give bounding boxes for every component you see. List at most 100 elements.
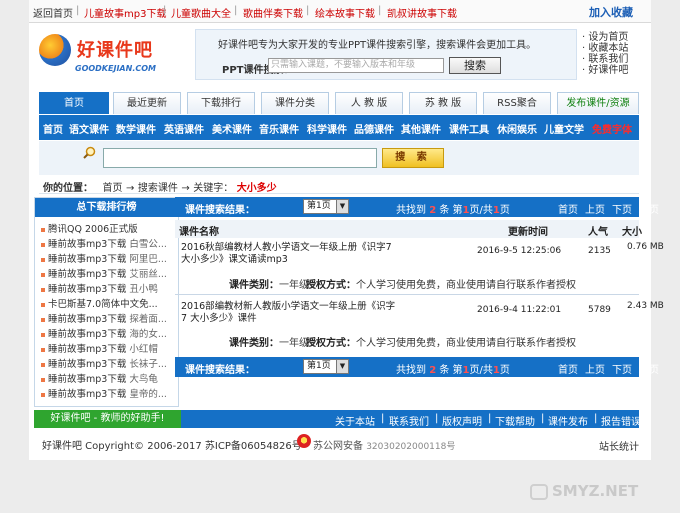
col-time: 更新时间 xyxy=(508,227,548,238)
footer-link-about[interactable]: 关于本站 xyxy=(335,413,375,428)
quick-link-site[interactable]: · 好课件吧 xyxy=(582,65,646,76)
nav-tools[interactable]: 课件工具 xyxy=(449,121,489,136)
page-select[interactable]: 第1页 ▼ xyxy=(303,359,349,374)
quick-link-bookmark[interactable]: · 收藏本站 xyxy=(582,43,646,54)
ranking-item[interactable]: 睡前故事mp3下载 大鸟龟 xyxy=(41,372,178,387)
nav-other[interactable]: 其他课件 xyxy=(401,121,441,136)
ranking-item[interactable]: 睡前故事mp3下载 艾丽丝... xyxy=(41,267,178,282)
separator: | xyxy=(306,5,310,16)
tab-rss[interactable]: RSS聚合 xyxy=(483,92,551,114)
main-search-bar: 搜 索 xyxy=(39,141,639,175)
pager-first[interactable]: 首页 xyxy=(558,361,578,376)
logo-globe-icon xyxy=(39,34,71,66)
ranking-item[interactable]: 睡前故事mp3下载 丑小鸭 xyxy=(41,282,178,297)
results-title: 课件搜索结果： xyxy=(185,365,255,376)
top-link-picture-books[interactable]: 绘本故事下载 xyxy=(315,5,375,20)
magnifier-icon xyxy=(83,146,96,159)
bullet-icon xyxy=(41,377,45,382)
top-link-home[interactable]: 返回首页 xyxy=(33,5,73,20)
results-header-bar: 课件搜索结果： 第1页 ▼ 共找到 2 条 第1页/共1页 首页 上页 下页 尾页 xyxy=(175,197,659,217)
separator: | xyxy=(381,413,385,424)
ranking-item[interactable]: 腾讯QQ 2006正式版 xyxy=(41,222,178,237)
tab-pep-edition[interactable]: 人 教 版 xyxy=(335,92,403,114)
pager-next[interactable]: 下页 xyxy=(612,201,632,216)
footer-link-copyright[interactable]: 版权声明 xyxy=(442,413,482,428)
ranking-item[interactable]: 睡前故事mp3下载 探着面... xyxy=(41,312,178,327)
nav-art[interactable]: 美术课件 xyxy=(212,121,252,136)
footer-slogan: 好课件吧 - 教师的好助手! xyxy=(34,410,181,428)
ppt-search-button[interactable]: 搜索 xyxy=(449,57,501,74)
quick-link-contact[interactable]: · 联系我们 xyxy=(582,54,646,65)
tab-downloads[interactable]: 下载排行 xyxy=(187,92,255,114)
col-name: 课件名称 xyxy=(179,227,219,238)
ranking-item[interactable]: 睡前故事mp3下载 阿里巴... xyxy=(41,252,178,267)
top-link-kaishu-stories[interactable]: 凯叔讲故事下载 xyxy=(387,5,457,20)
site-stats-link[interactable]: 站长统计 xyxy=(599,438,639,453)
header-search-panel: 好课件吧专为大家开发的专业PPT课件搜索引擎，搜索课件会更加工具。 PPT课件搜… xyxy=(195,29,577,80)
pager-first[interactable]: 首页 xyxy=(558,201,578,216)
nav-music[interactable]: 音乐课件 xyxy=(259,121,299,136)
result-title-link[interactable]: 2016部编教材新人教版小学语文一年级上册《识字7 大小多少》课件 xyxy=(181,301,401,325)
add-favorite-link[interactable]: 加入收藏 xyxy=(589,4,633,20)
quick-links: · 设为首页 · 收藏本站 · 联系我们 · 好课件吧 xyxy=(582,32,646,76)
top-link-bar: 返回首页 | 儿童故事mp3下载 | 儿童歌曲大全 | 歌曲伴奏下载 | 绘本故… xyxy=(29,0,651,23)
nav-home[interactable]: 首页 xyxy=(43,121,63,136)
results-stats: 共找到 2 条 第1页/共1页 xyxy=(396,365,510,376)
result-title-link[interactable]: 2016秋部编教材人教小学语文一年级上册《识字7 大小多少》课文诵读mp3 xyxy=(181,242,401,266)
result-popularity: 5789 xyxy=(588,305,611,315)
nav-english[interactable]: 英语课件 xyxy=(164,121,204,136)
ppt-search-input[interactable]: 只需输入课题，不要输入版本和年级 xyxy=(268,58,444,73)
footer-link-publish[interactable]: 课件发布 xyxy=(548,413,588,428)
nav-math[interactable]: 数学课件 xyxy=(116,121,156,136)
nav-science[interactable]: 科学课件 xyxy=(307,121,347,136)
result-row: 2016秋部编教材人教小学语文一年级上册《识字7 大小多少》课文诵读mp3 20… xyxy=(175,242,664,300)
main-search-input[interactable] xyxy=(103,148,377,168)
pager-prev[interactable]: 上页 xyxy=(585,201,605,216)
ranking-list: 腾讯QQ 2006正式版 睡前故事mp3下载 白雪公... 睡前故事mp3下载 … xyxy=(35,217,178,402)
nav-leisure[interactable]: 休闲娱乐 xyxy=(497,121,537,136)
pager-prev[interactable]: 上页 xyxy=(585,361,605,376)
dropdown-arrow-icon: ▼ xyxy=(336,200,348,213)
sidebar-title: 总下载排行榜 xyxy=(35,198,178,217)
separator: | xyxy=(488,413,492,424)
ranking-item[interactable]: 睡前故事mp3下载 白雪公... xyxy=(41,237,178,252)
result-category: 课件类别：一年级 xyxy=(229,280,309,291)
tab-publish[interactable]: 发布课件/资源 xyxy=(557,92,639,114)
ranking-item[interactable]: 睡前故事mp3下载 海的女... xyxy=(41,327,178,342)
page-select[interactable]: 第1页 ▼ xyxy=(303,199,349,214)
pager-last[interactable]: 尾页 xyxy=(639,361,659,376)
tab-categories[interactable]: 课件分类 xyxy=(261,92,329,114)
nav-morality[interactable]: 品德课件 xyxy=(354,121,394,136)
footer-link-contact[interactable]: 联系我们 xyxy=(389,413,429,428)
site-description: 好课件吧专为大家开发的专业PPT课件搜索引擎，搜索课件会更加工具。 xyxy=(218,40,537,51)
results-stats: 共找到 2 条 第1页/共1页 xyxy=(396,205,510,216)
tab-home[interactable]: 首页 xyxy=(39,92,109,114)
quick-link-set-home[interactable]: · 设为首页 xyxy=(582,32,646,43)
result-time: 2016-9-5 12:25:06 xyxy=(477,246,562,256)
result-license: 授权方式：个人学习使用免费，商业使用请自行联系作者授权 xyxy=(306,338,576,349)
tab-latest[interactable]: 最近更新 xyxy=(113,92,181,114)
separator: | xyxy=(435,413,439,424)
bullet-icon xyxy=(41,272,45,277)
police-record[interactable]: 苏公网安备 32030202000118号 xyxy=(313,437,455,452)
main-search-button[interactable]: 搜 索 xyxy=(382,148,444,168)
top-link-children-stories[interactable]: 儿童故事mp3下载 xyxy=(84,5,166,20)
site-logo[interactable]: 好课件吧 GOODKEJIAN.COM xyxy=(37,32,187,80)
top-link-accompaniment[interactable]: 歌曲伴奏下载 xyxy=(243,5,303,20)
tab-jiangsu-edition[interactable]: 苏 教 版 xyxy=(409,92,477,114)
nav-children-literature[interactable]: 儿童文学 xyxy=(544,121,584,136)
nav-chinese[interactable]: 语文课件 xyxy=(69,121,109,136)
separator: | xyxy=(541,413,545,424)
pager-last[interactable]: 尾页 xyxy=(639,201,659,216)
ranking-item[interactable]: 睡前故事mp3下载 皇帝的... xyxy=(41,387,178,402)
divider xyxy=(39,193,639,194)
bullet-icon xyxy=(41,287,45,292)
footer-link-report[interactable]: 报告错误 xyxy=(601,413,641,428)
pager-next[interactable]: 下页 xyxy=(612,361,632,376)
footer-link-help[interactable]: 下载帮助 xyxy=(495,413,535,428)
nav-free-fonts[interactable]: 免费字体 xyxy=(592,121,632,136)
ranking-item[interactable]: 睡前故事mp3下载 小红帽 xyxy=(41,342,178,357)
ranking-item[interactable]: 睡前故事mp3下载 长袜子... xyxy=(41,357,178,372)
ranking-item[interactable]: 卡巴斯基7.0简体中文免... xyxy=(41,297,178,312)
top-link-children-songs[interactable]: 儿童歌曲大全 xyxy=(171,5,231,20)
